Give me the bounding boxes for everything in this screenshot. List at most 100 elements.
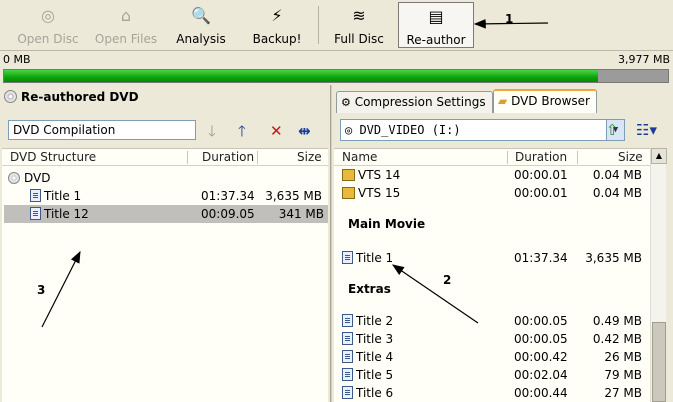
reauthor-button[interactable]: ▤ Re-author: [398, 2, 474, 48]
row-duration: 00:00.05: [514, 314, 568, 328]
backup-label: Backup!: [252, 32, 302, 46]
vts-folder-icon: [342, 169, 355, 181]
dvd-browser-list: Name Duration Size VTS 14 00:00.01 0.04 …: [334, 148, 650, 402]
move-up-icon[interactable]: 🡑: [238, 122, 246, 140]
disc-icon: ◎: [41, 6, 55, 25]
list-item[interactable]: Title 1 01:37.34 3,635 MB: [334, 249, 650, 267]
title-file-icon: [342, 251, 353, 264]
title-file-icon: [342, 332, 353, 345]
list-item[interactable]: Title 3 00:00.05 0.42 MB: [334, 330, 650, 348]
row-size: 0.04 MB: [592, 168, 642, 182]
move-down-icon[interactable]: 🡓: [208, 122, 216, 140]
title-file-icon: [342, 368, 353, 381]
list-item[interactable]: Title 4 00:00.42 26 MB: [334, 348, 650, 366]
column-duration[interactable]: Duration: [202, 150, 254, 164]
scrollbar-thumb[interactable]: [652, 322, 666, 402]
vts-folder-icon: [342, 187, 355, 199]
row-name: Title 12: [44, 207, 89, 221]
go-up-folder-icon[interactable]: ⇧: [606, 121, 619, 139]
list-item[interactable]: VTS 15 00:00.01 0.04 MB: [334, 184, 650, 202]
row-size: 3,635 MB: [265, 189, 322, 203]
column-name[interactable]: Name: [342, 150, 377, 164]
analysis-button[interactable]: 🔍 Analysis: [166, 2, 236, 48]
tab-dvd-browser[interactable]: ▰ DVD Browser: [493, 89, 597, 113]
compression-icon: ⚙: [341, 96, 351, 109]
row-duration: 00:09.05: [201, 207, 255, 221]
tree-root-label: DVD: [24, 171, 51, 185]
vertical-scrollbar[interactable]: ▲: [650, 148, 667, 402]
reauthor-label: Re-author: [406, 33, 466, 47]
row-duration: 00:00.01: [514, 186, 568, 200]
annotation-2: 2: [443, 273, 452, 287]
drive-value: DVD_VIDEO (I:): [359, 123, 461, 137]
list-item[interactable]: Title 6 00:00.44 27 MB: [334, 384, 650, 402]
fit-width-icon[interactable]: ⇹: [298, 122, 311, 140]
capacity-max-label: 3,977 MB: [617, 53, 670, 66]
title-file-icon: [30, 189, 41, 202]
disc-stack-icon: ≋: [352, 6, 366, 25]
row-name: Title 3: [356, 332, 394, 346]
view-menu-icon[interactable]: ☷▾: [636, 121, 657, 139]
row-size: 0.42 MB: [592, 332, 642, 346]
delete-icon[interactable]: ✕: [270, 122, 283, 140]
list-header: DVD Structure Duration Size: [2, 149, 328, 166]
row-duration: 00:00.42: [514, 350, 568, 364]
full-disc-label: Full Disc: [334, 32, 384, 46]
row-duration: 00:00.44: [514, 386, 568, 400]
dvd-structure-list: DVD Structure Duration Size DVD Title 1 …: [2, 148, 328, 402]
title-file-icon: [342, 386, 353, 399]
row-duration: 01:37.34: [201, 189, 255, 203]
tab-label: DVD Browser: [511, 94, 590, 108]
row-size: 79 MB: [604, 368, 642, 382]
column-divider[interactable]: [507, 151, 508, 164]
capacity-bar-fill: [4, 70, 599, 82]
column-divider[interactable]: [187, 151, 188, 164]
list-item[interactable]: VTS 14 00:00.01 0.04 MB: [334, 166, 650, 184]
row-name: Title 2: [356, 314, 394, 328]
title-file-icon: [342, 350, 353, 363]
table-row[interactable]: Title 12 00:09.05 341 MB: [4, 205, 328, 223]
analysis-label: Analysis: [176, 32, 226, 46]
magnifier-icon: 🔍: [191, 6, 211, 25]
row-size: 0.49 MB: [592, 314, 642, 328]
column-size[interactable]: Size: [618, 150, 643, 164]
row-name: Title 5: [356, 368, 394, 382]
row-name: Title 6: [356, 386, 394, 400]
drive-disc-icon: ◎: [345, 123, 360, 137]
toolbar-separator: [318, 6, 319, 44]
annotation-3: 3: [37, 283, 46, 297]
tab-compression-settings[interactable]: ⚙ Compression Settings: [336, 91, 493, 113]
open-disc-label: Open Disc: [17, 32, 79, 46]
list-item[interactable]: Title 5 00:02.04 79 MB: [334, 366, 650, 384]
column-size[interactable]: Size: [297, 150, 322, 164]
row-size: 3,635 MB: [585, 251, 642, 265]
backup-button[interactable]: ⚡ Backup!: [244, 2, 310, 48]
column-duration[interactable]: Duration: [515, 150, 567, 164]
row-duration: 01:37.34: [514, 251, 568, 265]
capacity-meter: 0 MB 3,977 MB: [0, 51, 673, 85]
column-structure[interactable]: DVD Structure: [10, 150, 96, 164]
annotation-1: 1: [505, 12, 514, 26]
full-disc-button[interactable]: ≋ Full Disc: [326, 2, 392, 48]
title-file-icon: [342, 314, 353, 327]
tree-root-dvd[interactable]: DVD: [2, 169, 328, 187]
column-divider[interactable]: [257, 151, 258, 164]
row-size: 341 MB: [278, 207, 324, 221]
list-item[interactable]: Title 2 00:00.05 0.49 MB: [334, 312, 650, 330]
panel-title: Re-authored DVD: [4, 90, 139, 104]
row-duration: 00:02.04: [514, 368, 568, 382]
section-main-movie: Main Movie: [348, 217, 426, 231]
drive-select[interactable]: ◎ DVD_VIDEO (I:) ▼: [340, 119, 625, 141]
section-extras: Extras: [348, 282, 391, 296]
compilation-name-input[interactable]: [8, 120, 196, 140]
row-name: VTS 14: [358, 168, 401, 182]
scroll-up-icon[interactable]: ▲: [651, 148, 667, 164]
reauthor-document-icon: ▤: [428, 7, 444, 26]
table-row[interactable]: Title 1 01:37.34 3,635 MB: [2, 187, 328, 205]
open-disc-button[interactable]: ◎ Open Disc: [10, 2, 86, 48]
main-toolbar: ◎ Open Disc ⌂ Open Files 🔍 Analysis ⚡ Ba…: [0, 0, 673, 51]
folder-icon: ▰: [498, 94, 508, 108]
column-divider[interactable]: [577, 151, 578, 164]
row-size: 26 MB: [604, 350, 642, 364]
open-files-button[interactable]: ⌂ Open Files: [90, 2, 162, 48]
